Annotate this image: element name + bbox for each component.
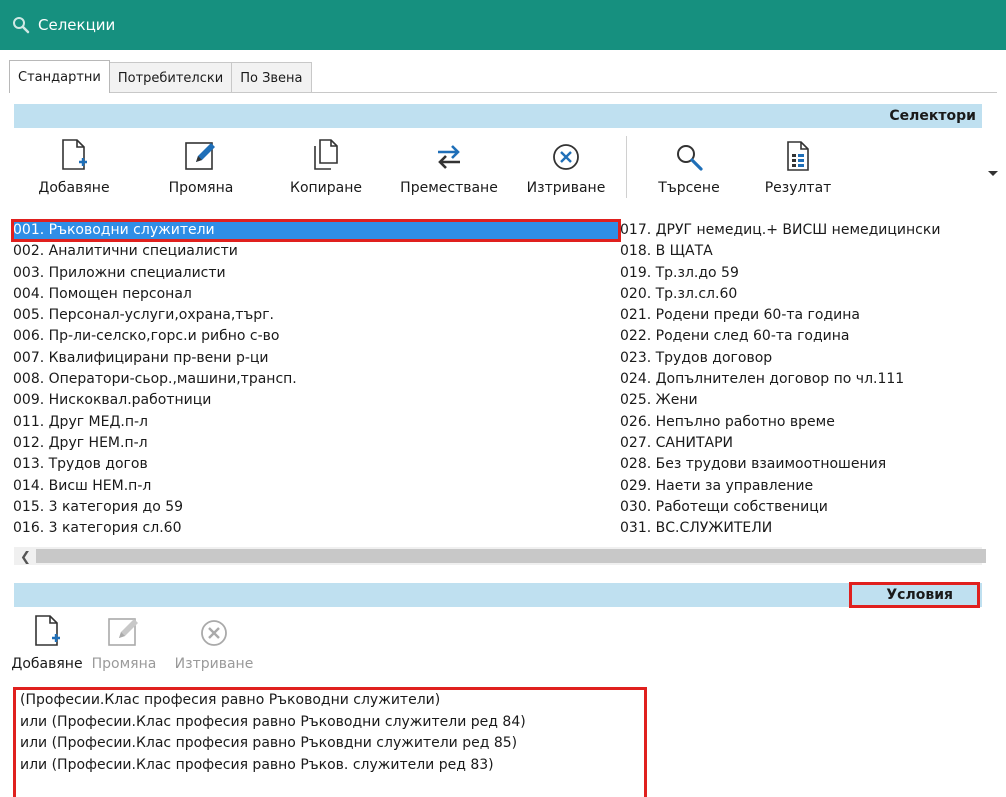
list-item[interactable]: 002. Аналитични специалисти (12, 241, 620, 262)
search-icon (10, 14, 32, 36)
tab-divider (9, 92, 997, 93)
tab-standard[interactable]: Стандартни (9, 60, 110, 93)
list-item[interactable]: 009. Нискоквал.работници (12, 390, 620, 411)
list-item[interactable]: 007. Квалифицирани пр-вени р-ци (12, 348, 620, 369)
list-item[interactable]: 022. Родени след 60-та година (619, 326, 979, 347)
list-item[interactable]: 031. ВС.СЛУЖИТЕЛИ (619, 518, 979, 539)
list-item[interactable]: 001. Ръководни служители (11, 218, 621, 243)
toolbar-separator (626, 136, 627, 198)
delete-condition-button[interactable]: Изтриване (168, 612, 260, 672)
circle-x-icon (199, 612, 229, 650)
list-item[interactable]: 016. 3 категория сл.60 (12, 518, 620, 539)
list-item[interactable]: 030. Работещи собственици (619, 497, 979, 518)
condition-line: (Професии.Клас професия равно Ръководни … (20, 692, 441, 708)
list-item[interactable]: 012. Друг НЕМ.п-л (12, 433, 620, 454)
scroll-left-icon[interactable]: ❮ (20, 550, 31, 565)
list-item[interactable]: 027. САНИТАРИ (619, 433, 979, 454)
copy-icon (312, 136, 340, 174)
tab-bar: Стандартни Потребителски По Звена (9, 60, 312, 93)
document-add-icon (33, 612, 61, 650)
list-item[interactable]: 005. Персонал-услуги,охрана,търг. (12, 305, 620, 326)
circle-x-icon (551, 136, 581, 174)
list-item[interactable]: 025. Жени (619, 390, 979, 411)
add-condition-button[interactable]: Добавяне (11, 612, 83, 672)
result-button[interactable]: Резултат (743, 136, 853, 198)
scrollbar-thumb[interactable] (36, 549, 986, 563)
selector-list-right: 017. ДРУГ немедиц.+ ВИСШ немедицински 01… (619, 220, 979, 539)
list-item[interactable]: 015. 3 категория до 59 (12, 497, 620, 518)
list-item[interactable]: 023. Трудов договор (619, 348, 979, 369)
list-item[interactable]: 021. Родени преди 60-та година (619, 305, 979, 326)
conditions-text-area[interactable]: (Професии.Клас професия равно Ръководни … (13, 687, 647, 797)
list-item[interactable]: 029. Наети за управление (619, 476, 979, 497)
move-selector-button[interactable]: Преместване (384, 136, 514, 198)
add-selector-button[interactable]: Добавяне (14, 136, 134, 198)
swap-arrows-icon (434, 136, 464, 174)
pencil-icon (184, 136, 218, 174)
copy-selector-button[interactable]: Копиране (268, 136, 384, 198)
condition-line: или (Професии.Клас професия равно Ръковд… (20, 735, 518, 751)
list-item[interactable]: 019. Тр.зл.до 59 (619, 263, 979, 284)
selector-list-left: 001. Ръководни служители 002. Аналитични… (11, 218, 621, 539)
list-item[interactable]: 003. Приложни специалисти (12, 263, 620, 284)
list-item[interactable]: 026. Непълно работно време (619, 412, 979, 433)
tab-by-units[interactable]: По Звена (231, 62, 312, 93)
delete-selector-button[interactable]: Изтриване (514, 136, 618, 198)
list-item[interactable]: 024. Допълнителен договор по чл.111 (619, 369, 979, 390)
list-item[interactable]: 018. В ЩАТА (619, 241, 979, 262)
magnifier-icon (674, 136, 704, 174)
spreadsheet-icon (785, 136, 811, 174)
edit-selector-button[interactable]: Промяна (134, 136, 268, 198)
list-item[interactable]: 006. Пр-ли-селско,горс.и рибно с-во (12, 326, 620, 347)
list-item[interactable]: 017. ДРУГ немедиц.+ ВИСШ немедицински (619, 220, 979, 241)
list-item[interactable]: 014. Висш НЕМ.п-л (12, 476, 620, 497)
conditions-header: Условия (14, 582, 982, 608)
edit-condition-button[interactable]: Промяна (80, 612, 168, 672)
list-item[interactable]: 028. Без трудови взаимоотношения (619, 454, 979, 475)
pencil-icon (107, 612, 141, 650)
toolbar-overflow-icon[interactable] (988, 171, 998, 176)
tab-user[interactable]: Потребителски (108, 62, 233, 93)
list-item[interactable]: 008. Оператори-сьор.,машини,трансп. (12, 369, 620, 390)
conditions-toolbar: Добавяне Промяна Изтриване (11, 612, 260, 672)
list-item[interactable]: 011. Друг МЕД.п-л (12, 412, 620, 433)
selectors-title: Селектори (889, 108, 976, 124)
selectors-header: Селектори (14, 104, 982, 128)
list-item[interactable]: 020. Тр.зл.сл.60 (619, 284, 979, 305)
condition-line: или (Професии.Клас професия равно Ръков.… (20, 756, 494, 773)
document-add-icon (60, 136, 88, 174)
title-bar: Селекции (0, 0, 1006, 50)
condition-line: или (Професии.Клас професия равно Ръково… (20, 713, 526, 730)
list-item[interactable]: 004. Помощен персонал (12, 284, 620, 305)
search-selector-button[interactable]: Търсене (635, 136, 743, 198)
list-item[interactable]: 013. Трудов догов (12, 454, 620, 475)
window-title: Селекции (38, 16, 116, 34)
conditions-title: Условия (849, 582, 980, 608)
selectors-toolbar: Добавяне Промяна Копиране Преместване Из… (14, 136, 853, 198)
horizontal-scrollbar[interactable]: ❮ (14, 547, 986, 565)
